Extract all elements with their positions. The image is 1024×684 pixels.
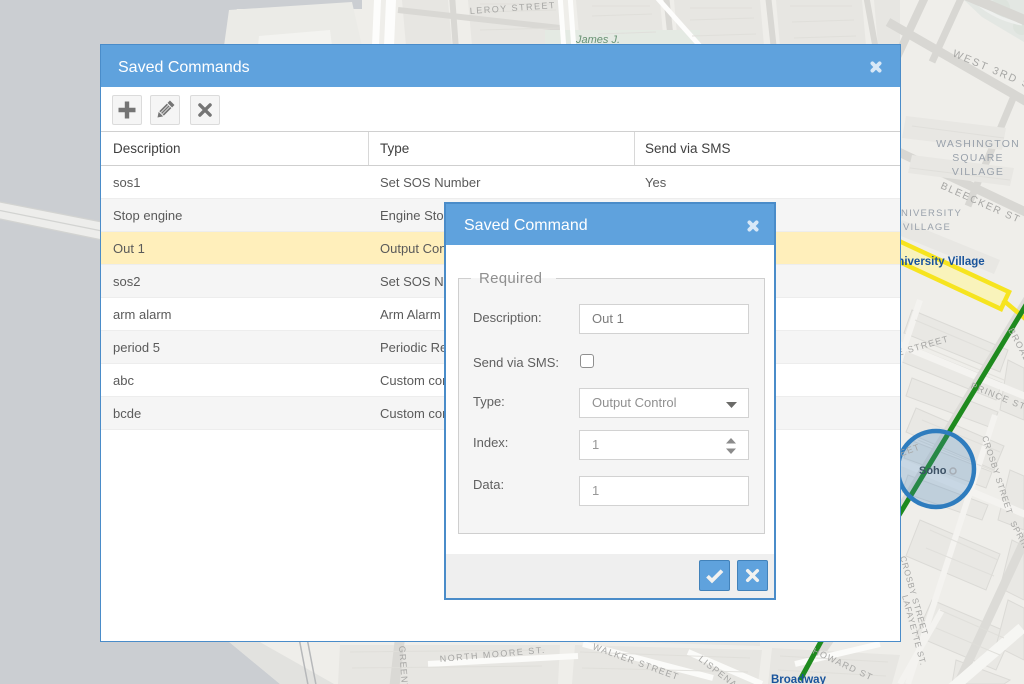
svg-text:University Village: University Village (889, 256, 985, 268)
svg-text:SQUARE: SQUARE (952, 152, 1004, 164)
svg-text:Broadway: Broadway (771, 674, 827, 684)
svg-text:UNIVERSITY: UNIVERSITY (893, 208, 962, 219)
svg-text:VILLAGE: VILLAGE (903, 222, 951, 233)
svg-text:VILLAGE: VILLAGE (952, 166, 1004, 178)
svg-text:Soho: Soho (919, 465, 947, 477)
svg-text:WASHINGTON: WASHINGTON (936, 138, 1020, 150)
